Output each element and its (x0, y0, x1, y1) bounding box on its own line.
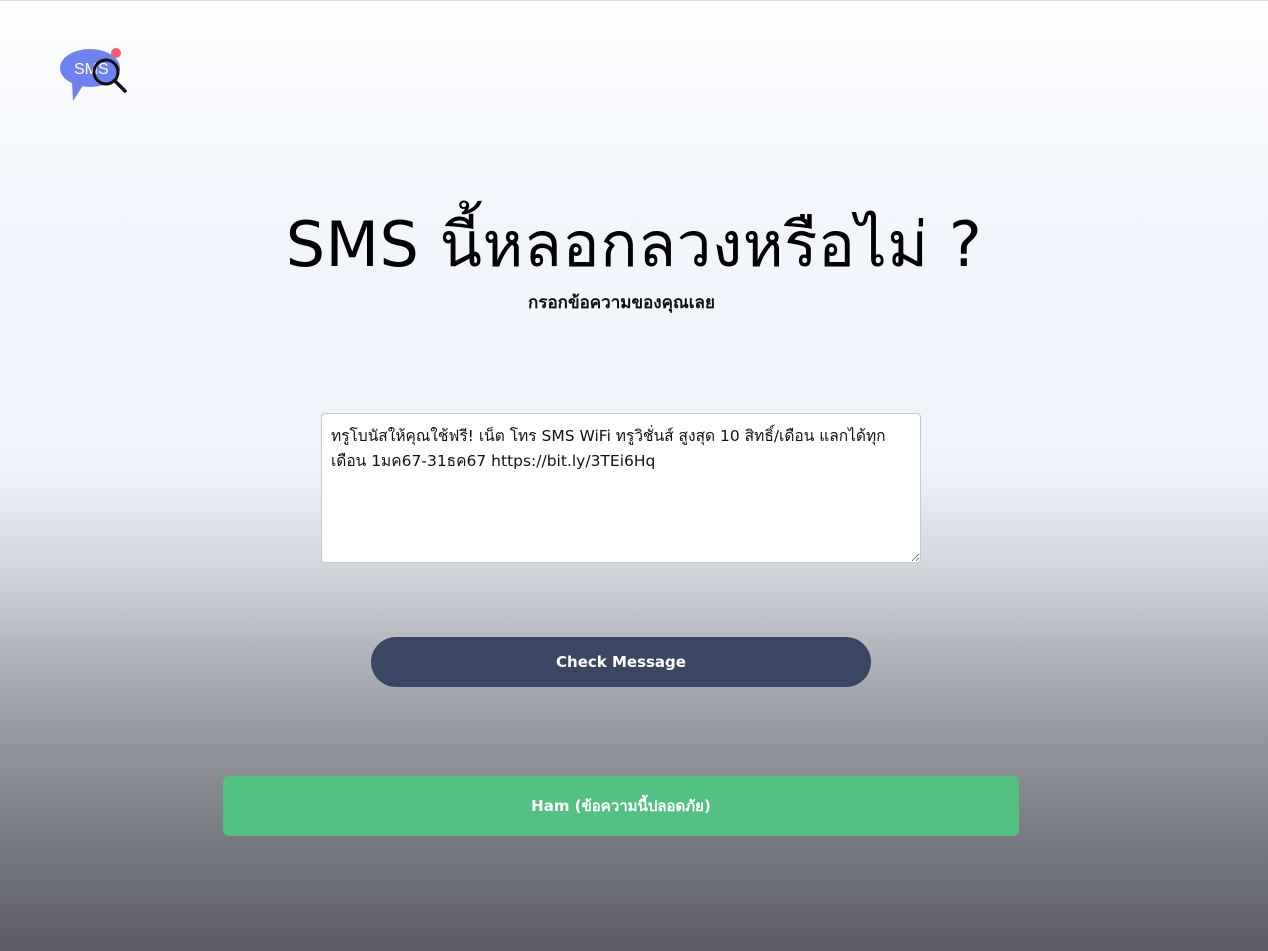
chat-bubble-search-icon: SMS (60, 48, 127, 101)
top-divider (0, 0, 1268, 1)
page-subtitle: กรอกข้อความของคุณเลย (528, 293, 715, 313)
message-input[interactable]: ทรูโบนัสให้คุณใช้ฟรี! เน็ต โทร SMS WiFi … (321, 413, 921, 563)
check-message-button[interactable]: Check Message (371, 637, 871, 687)
result-label: Ham (ข้อความนี้ปลอดภัย) (531, 797, 711, 815)
result-banner: Ham (ข้อความนี้ปลอดภัย) (223, 776, 1019, 836)
page-title: SMS นี้หลอกลวงหรือไม่ ? (285, 208, 983, 281)
sms-logo[interactable]: SMS (58, 46, 128, 104)
logo-text: SMS (74, 61, 109, 78)
